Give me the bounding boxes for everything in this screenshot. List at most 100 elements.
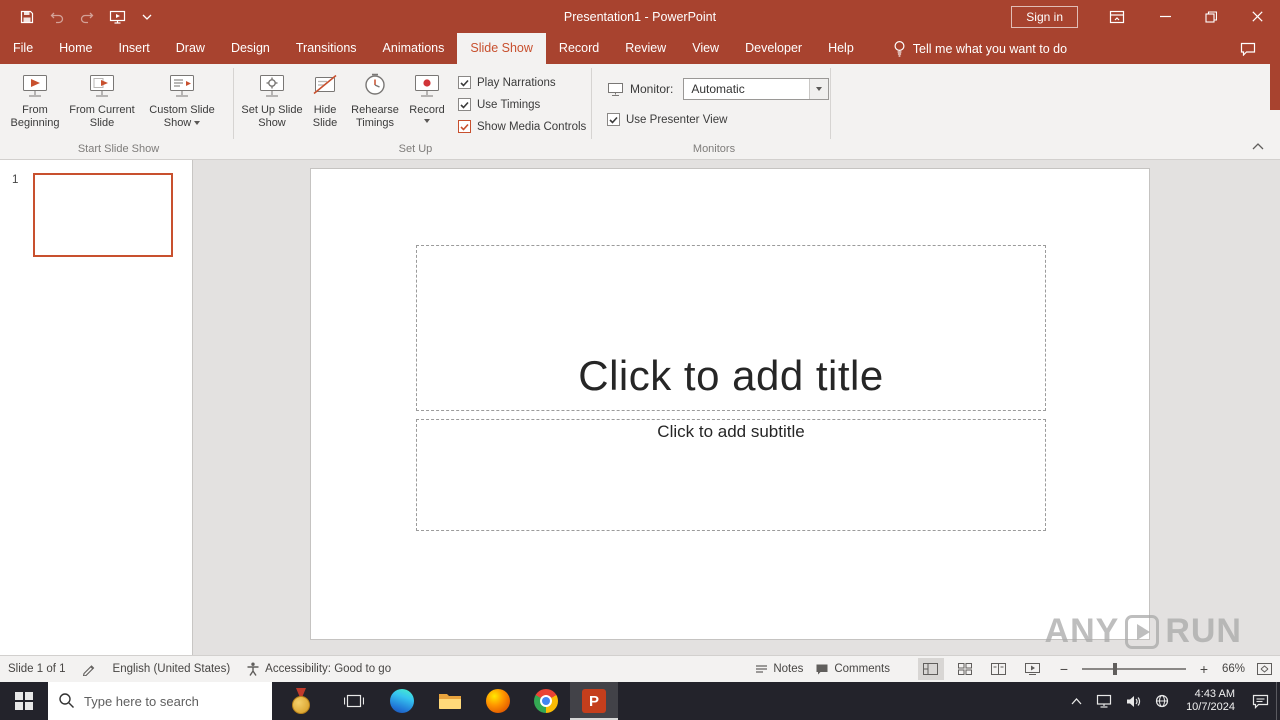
record-label: Record [409,104,445,116]
show-media-controls-checkbox[interactable]: Show Media Controls [458,120,586,133]
edge-taskbar-button[interactable] [378,682,426,720]
accessibility-button[interactable]: Accessibility: Good to go [246,662,391,676]
zoom-level-button[interactable]: 66% [1222,663,1245,675]
ribbon-display-options-icon [1109,10,1125,23]
fit-slide-to-window-button[interactable] [1257,663,1272,675]
search-highlight-button[interactable] [272,682,330,720]
slide-1-thumbnail[interactable] [33,173,173,257]
slide-show-view-icon [1025,663,1041,675]
task-view-button[interactable] [330,682,378,720]
tab-draw[interactable]: Draw [163,33,218,64]
play-narrations-checkbox[interactable]: Play Narrations [458,76,586,89]
notes-toggle-button[interactable]: Notes [755,663,803,675]
tell-me-box[interactable]: Tell me what you want to do [893,33,1067,64]
tab-design[interactable]: Design [218,33,283,64]
subtitle-placeholder[interactable]: Click to add subtitle [416,419,1046,531]
show-desktop-button[interactable] [1276,682,1280,720]
slide-show-view-button[interactable] [1020,658,1046,680]
view-switcher [917,658,1046,680]
spell-check-button[interactable] [82,662,97,676]
checkbox-checked-icon [458,120,471,133]
zoom-out-button[interactable]: − [1058,661,1070,677]
slide-sorter-view-button[interactable] [952,658,978,680]
chevron-up-icon [1252,142,1264,149]
powerpoint-icon: P [582,689,606,713]
normal-view-button[interactable] [917,658,944,680]
collapse-ribbon-button[interactable] [1248,138,1268,154]
start-button[interactable] [0,682,48,720]
group-label-start-slide-show: Start Slide Show [77,143,160,155]
save-button[interactable] [14,4,40,30]
chrome-icon [534,689,558,713]
taskbar-search[interactable] [48,682,272,720]
action-center-button[interactable] [1245,682,1276,720]
from-current-slide-button[interactable]: From Current Slide [66,67,138,130]
zoom-slider-knob[interactable] [1113,663,1118,675]
play-from-current-icon [87,71,117,101]
normal-view-icon [923,663,939,675]
redo-button[interactable] [74,4,100,30]
tab-review[interactable]: Review [612,33,679,64]
taskbar-clock[interactable]: 4:43 AM 10/7/2024 [1176,682,1245,720]
dropdown-caret-icon [424,119,430,123]
tab-transitions[interactable]: Transitions [283,33,370,64]
set-up-slide-show-button[interactable]: Set Up Slide Show [240,67,304,130]
chrome-taskbar-button[interactable] [522,682,570,720]
ribbon-display-options-button[interactable] [1100,0,1134,33]
tab-view[interactable]: View [679,33,732,64]
task-view-icon [344,694,364,708]
reading-view-button[interactable] [986,658,1012,680]
minimize-button[interactable] [1142,0,1188,33]
comments-label: Comments [834,663,890,675]
tab-animations[interactable]: Animations [370,33,458,64]
custom-slide-show-button[interactable]: Custom Slide Show [138,67,226,130]
volume-tray-button[interactable] [1119,682,1148,720]
language-button[interactable]: English (United States) [113,663,231,675]
undo-button[interactable] [44,4,70,30]
sign-in-button[interactable]: Sign in [1011,5,1078,28]
customize-qat-button[interactable] [134,4,160,30]
comments-icon [816,664,828,674]
file-explorer-taskbar-button[interactable] [426,682,474,720]
use-presenter-view-checkbox[interactable]: Use Presenter View [607,113,830,126]
tab-insert[interactable]: Insert [106,33,163,64]
firefox-taskbar-button[interactable] [474,682,522,720]
feedback-button[interactable] [1240,33,1256,64]
record-button[interactable]: Record [404,67,450,123]
powerpoint-taskbar-button[interactable]: P [570,682,618,720]
use-timings-checkbox[interactable]: Use Timings [458,98,586,111]
watermark-text-right: RUN [1165,612,1242,650]
set-up-slide-show-icon [257,71,287,101]
rehearse-timings-button[interactable]: Rehearse Timings [346,67,404,130]
dropdown-arrow-button[interactable] [809,79,829,99]
tab-slide-show[interactable]: Slide Show [457,33,546,64]
medal-icon [290,688,312,714]
start-slideshow-qat-button[interactable] [104,4,130,30]
ribbon-tab-row: File Home Insert Draw Design Transitions… [0,33,1280,64]
tab-help[interactable]: Help [815,33,867,64]
show-hidden-icons-button[interactable] [1064,682,1089,720]
search-input[interactable] [48,682,272,720]
monitor-dropdown[interactable]: Automatic [683,78,830,100]
tab-record[interactable]: Record [546,33,612,64]
zoom-in-button[interactable]: + [1198,661,1210,677]
comments-toggle-button[interactable]: Comments [815,663,890,676]
zoom-slider[interactable] [1081,663,1186,675]
title-placeholder-text: Click to add title [578,352,884,399]
restore-button[interactable] [1188,0,1234,33]
network-tray-button[interactable] [1089,682,1119,720]
from-beginning-button[interactable]: From Beginning [4,67,66,130]
group-start-slide-show: From Beginning From Current Slide Custom… [4,64,233,159]
tab-developer[interactable]: Developer [732,33,815,64]
language-tray-button[interactable] [1148,682,1176,720]
redo-icon [80,12,94,23]
use-presenter-view-label: Use Presenter View [626,113,728,126]
slide-thumbnail-panel: 1 [0,160,193,655]
tab-home[interactable]: Home [46,33,105,64]
status-bar: Slide 1 of 1 English (United States) Acc… [0,655,1280,682]
tab-file[interactable]: File [0,33,46,64]
slide-editor[interactable]: Click to add title Click to add subtitle [310,168,1150,640]
hide-slide-button[interactable]: Hide Slide [304,67,346,130]
title-placeholder[interactable]: Click to add title [416,245,1046,411]
close-button[interactable] [1234,0,1280,33]
